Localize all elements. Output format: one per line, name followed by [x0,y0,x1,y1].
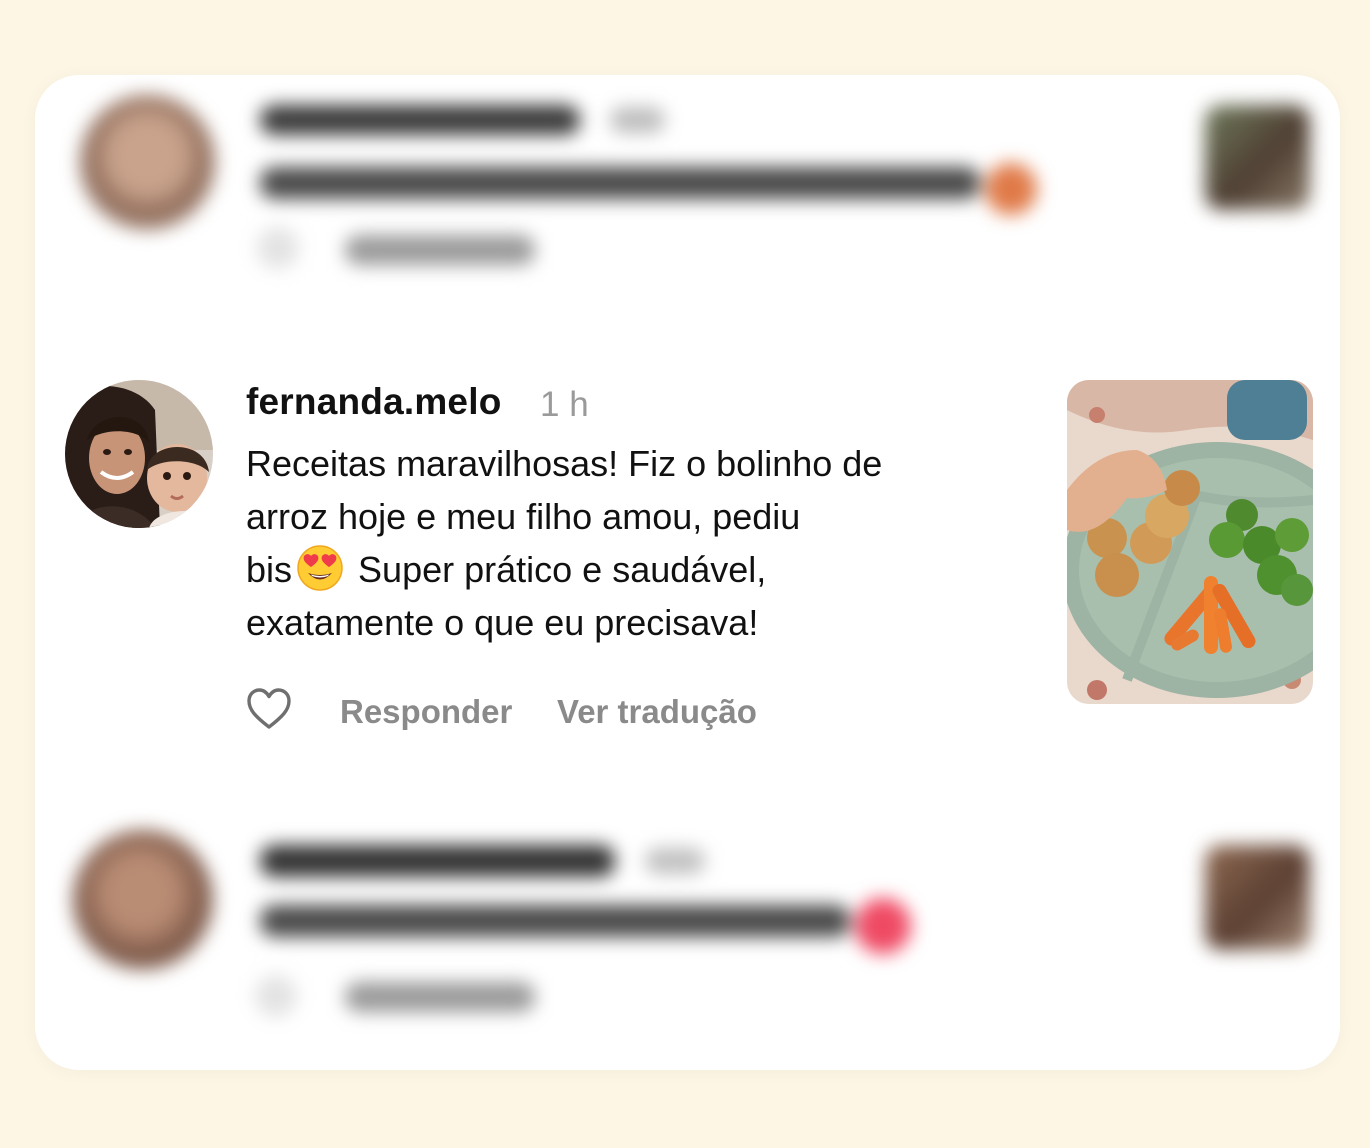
comment-line: arroz hoje e meu filho amou, pediu [246,496,801,537]
blurred-reply [345,982,535,1012]
comment-line: exatamente o que eu precisava! [246,602,759,643]
heart-outline-icon[interactable] [246,687,292,731]
blurred-thumbnail [1205,105,1310,210]
blurred-time [610,107,665,133]
comment-timestamp: 1 h [540,385,589,424]
avatar-photo [65,380,213,528]
blurred-heart [255,975,297,1017]
comments-card: fernanda.melo 1 h Receitas maravilhosas!… [35,75,1340,1070]
comment-line-rest: Super prático e saudável, [358,549,767,590]
comment-line: bis Super prático e saudável, [246,543,1046,596]
comment-line-prefix: bis [246,549,293,590]
comment-username[interactable]: fernanda.melo [246,381,502,423]
blurred-text [260,905,850,937]
blurred-time [645,848,705,874]
reply-button[interactable]: Responder [340,693,512,731]
blurred-username [260,845,615,877]
blurred-emoji [985,163,1037,215]
blurred-comment-below [35,810,1340,1030]
blurred-text [260,167,980,199]
see-translation-button[interactable]: Ver tradução [557,693,757,731]
comment-line: Receitas maravilhosas! Fiz o bolinho de [246,443,883,484]
blurred-username [260,105,580,135]
blurred-emoji [855,898,911,954]
blurred-heart [257,227,299,269]
blurred-comment-above [35,75,1340,295]
avatar[interactable] [65,380,213,528]
blurred-avatar [73,830,213,970]
blurred-thumbnail [1205,845,1310,950]
comment-photo[interactable] [1067,380,1313,704]
comment-text: Receitas maravilhosas! Fiz o bolinho de … [246,437,1046,649]
heart-eyes-emoji [297,545,343,591]
food-plate-image [1067,380,1313,704]
blurred-avatar [80,95,215,230]
blurred-reply [345,235,535,265]
